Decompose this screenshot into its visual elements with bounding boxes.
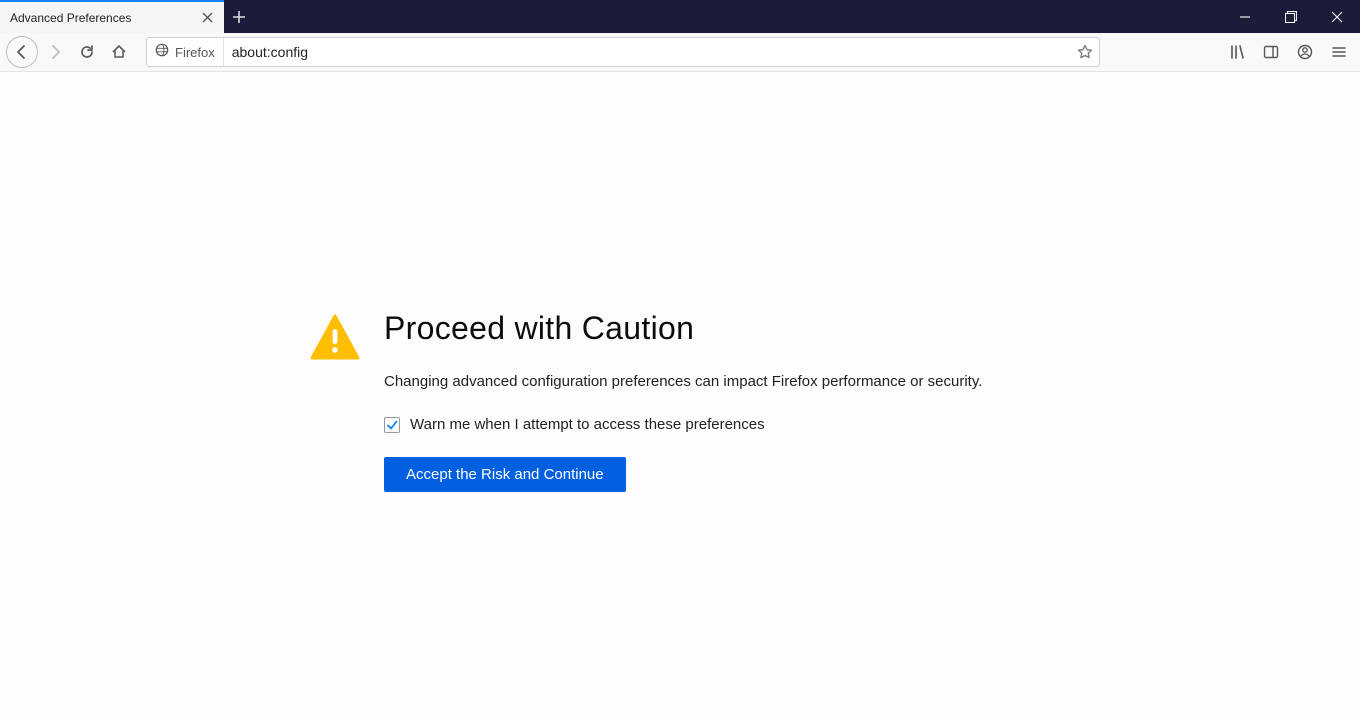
warning-triangle-icon <box>310 314 366 492</box>
firefox-icon <box>155 43 169 62</box>
url-text[interactable]: about:config <box>224 44 1071 60</box>
url-bar[interactable]: Firefox about:config <box>146 37 1100 67</box>
reload-button[interactable] <box>72 37 102 67</box>
maximize-button[interactable] <box>1268 0 1314 33</box>
caution-panel: Proceed with Caution Changing advanced c… <box>310 310 1050 492</box>
sidebar-icon[interactable] <box>1256 37 1286 67</box>
window-controls <box>1222 0 1360 33</box>
warning-description: Changing advanced configuration preferen… <box>384 373 982 390</box>
page-content: Proceed with Caution Changing advanced c… <box>0 72 1360 719</box>
back-button[interactable] <box>6 36 38 68</box>
identity-box[interactable]: Firefox <box>147 38 224 66</box>
accept-risk-button[interactable]: Accept the Risk and Continue <box>384 457 626 492</box>
titlebar: Advanced Preferences <box>0 0 1360 33</box>
nav-toolbar: Firefox about:config <box>0 33 1360 72</box>
home-button[interactable] <box>104 37 134 67</box>
close-tab-icon[interactable] <box>198 9 216 27</box>
menu-icon[interactable] <box>1324 37 1354 67</box>
library-icon[interactable] <box>1222 37 1252 67</box>
bookmark-star-icon[interactable] <box>1071 44 1099 60</box>
tab-title: Advanced Preferences <box>10 11 198 25</box>
account-icon[interactable] <box>1290 37 1320 67</box>
minimize-button[interactable] <box>1222 0 1268 33</box>
warn-checkbox[interactable] <box>384 417 400 433</box>
new-tab-button[interactable] <box>224 0 254 33</box>
close-window-button[interactable] <box>1314 0 1360 33</box>
browser-tab[interactable]: Advanced Preferences <box>0 0 224 33</box>
forward-button[interactable] <box>40 37 70 67</box>
warn-checkbox-label: Warn me when I attempt to access these p… <box>410 416 765 433</box>
identity-label: Firefox <box>175 45 215 60</box>
warning-title: Proceed with Caution <box>384 310 982 347</box>
